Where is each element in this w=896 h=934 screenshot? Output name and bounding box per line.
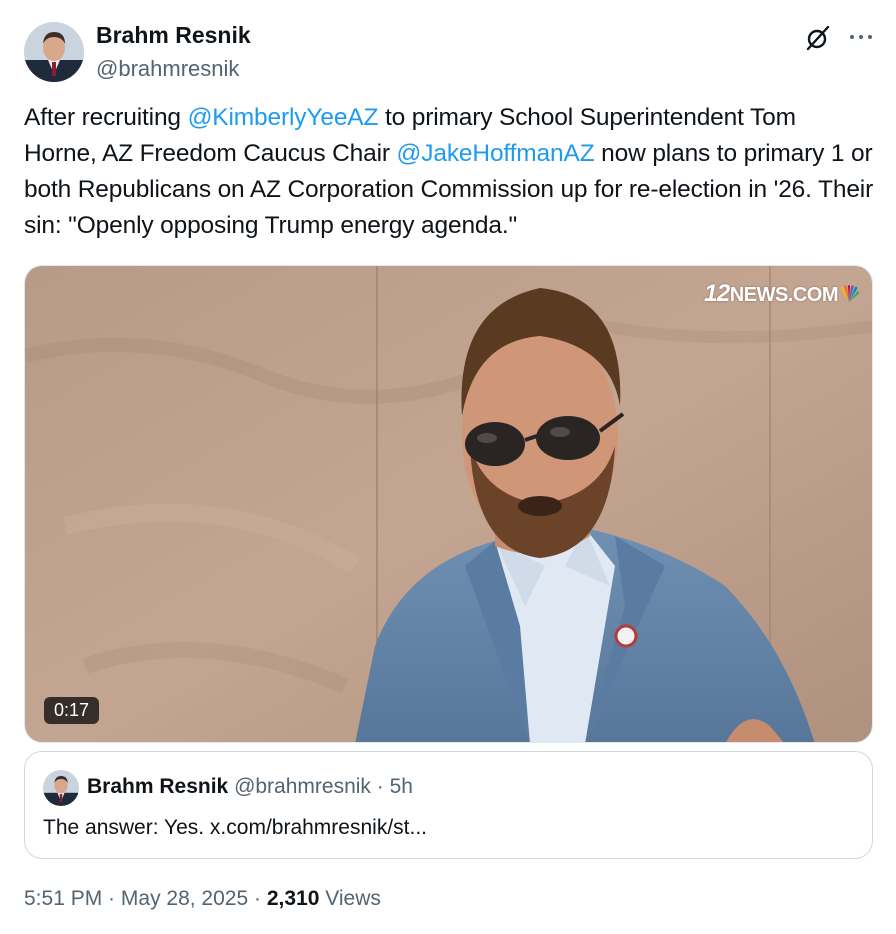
quote-text: The answer: Yes. x.com/brahmresnik/st... — [43, 816, 427, 839]
video-duration: 0:17 — [44, 697, 100, 724]
watermark-text: NEWS.COM — [729, 284, 839, 306]
quote-avatar — [43, 770, 79, 806]
views-count: 2,310 — [266, 887, 320, 910]
separator-dot: · — [370, 775, 390, 798]
quote-timestamp: 5h — [389, 775, 413, 798]
separator-dot: · — [102, 887, 121, 910]
tweet-meta: 5:51 PM · May 28, 2025 · 2,310 Views — [24, 887, 381, 911]
author-name[interactable]: Brahm Resnik — [96, 22, 251, 49]
views-label: Views — [319, 887, 381, 910]
peacock-icon — [840, 285, 859, 302]
mention-link[interactable]: @JakeHoffmanAZ — [397, 140, 595, 167]
separator-dot: · — [248, 887, 267, 910]
tweet-text: After recruiting @KimberlyYeeAZ to prima… — [24, 100, 874, 244]
quote-header: Brahm Resnik @brahmresnik · 5h — [87, 775, 413, 799]
quote-author-name: Brahm Resnik — [87, 775, 229, 798]
tweet-text-segment: After recruiting — [24, 104, 188, 131]
author-avatar[interactable] — [24, 22, 84, 82]
mention-link[interactable]: @KimberlyYeeAZ — [188, 104, 379, 131]
grok-icon[interactable] — [803, 23, 833, 53]
more-icon[interactable] — [846, 22, 876, 52]
tweet-date[interactable]: May 28, 2025 — [121, 887, 248, 910]
watermark-number: 12 — [704, 280, 730, 307]
video-player[interactable]: 12NEWS.COM 0:17 — [24, 265, 873, 743]
author-handle[interactable]: @brahmresnik — [96, 56, 239, 82]
quote-author-handle: @brahmresnik — [234, 775, 371, 798]
tweet-time[interactable]: 5:51 PM — [24, 887, 102, 910]
quoted-tweet[interactable]: Brahm Resnik @brahmresnik · 5h The answe… — [24, 751, 873, 859]
news-watermark: 12NEWS.COM — [704, 280, 860, 308]
video-thumbnail — [25, 266, 872, 742]
